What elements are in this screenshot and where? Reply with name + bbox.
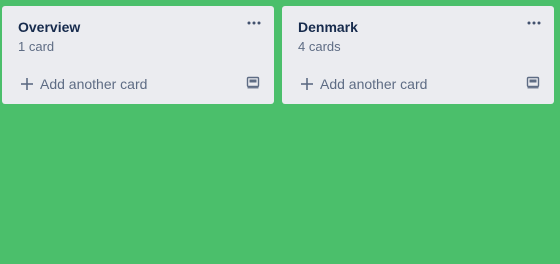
list-title[interactable]: Denmark <box>298 18 358 36</box>
add-card-label: Add another card <box>320 76 428 92</box>
plus-icon <box>20 77 34 91</box>
more-horizontal-icon <box>244 16 264 30</box>
list-menu-button[interactable] <box>244 16 264 30</box>
card-template-button[interactable] <box>246 75 260 89</box>
list-menu-button[interactable] <box>524 16 544 30</box>
card-count: 1 card <box>18 39 55 54</box>
plus-icon <box>300 77 314 91</box>
add-card-label: Add another card <box>40 76 148 92</box>
card-count: 4 cards <box>298 39 341 54</box>
list-denmark: Denmark 4 cards Add another card <box>282 6 554 104</box>
board: Overview 1 card Add another card Denmark… <box>0 0 560 264</box>
add-card-button[interactable]: Add another card <box>20 74 147 94</box>
card-template-icon <box>526 75 540 89</box>
card-template-icon <box>246 75 260 89</box>
add-card-button[interactable]: Add another card <box>300 74 427 94</box>
list-overview: Overview 1 card Add another card <box>2 6 274 104</box>
list-title[interactable]: Overview <box>18 18 80 36</box>
card-template-button[interactable] <box>526 75 540 89</box>
more-horizontal-icon <box>524 16 544 30</box>
